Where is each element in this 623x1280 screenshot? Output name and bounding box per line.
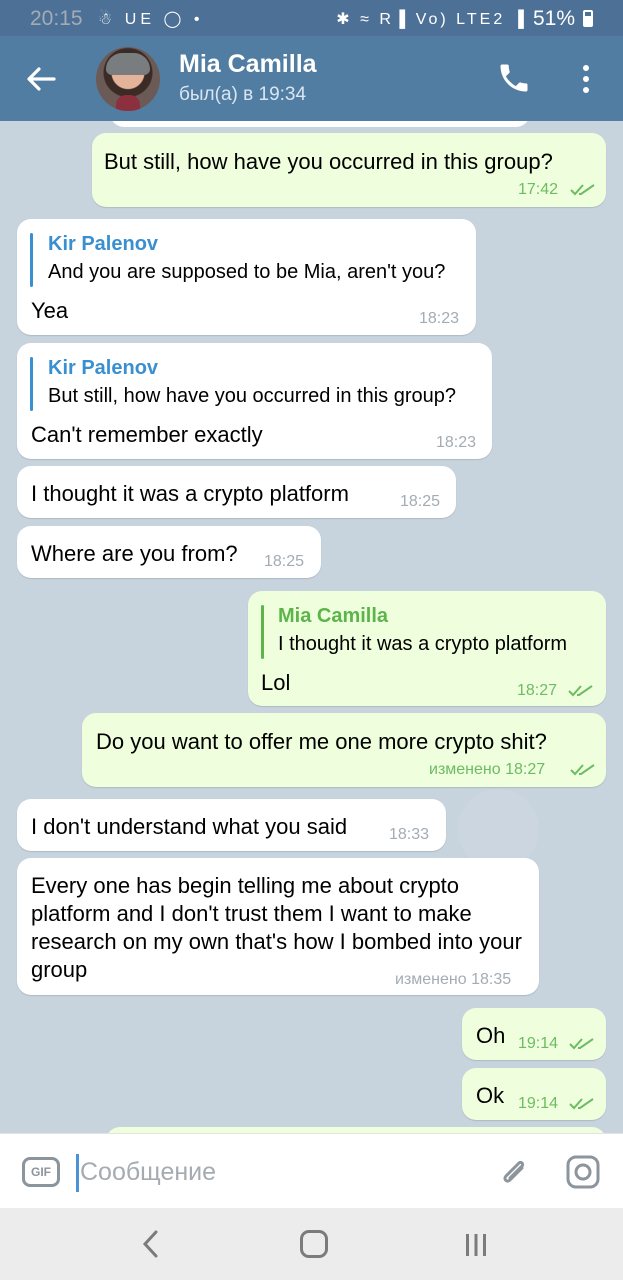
camera-icon[interactable] bbox=[565, 1154, 601, 1190]
gif-button[interactable]: GIF bbox=[22, 1157, 60, 1187]
clipped-message bbox=[110, 121, 530, 127]
message-time: 19:14 bbox=[518, 1035, 559, 1052]
nav-recent-apps-icon[interactable] bbox=[464, 1232, 488, 1258]
message-bubble-outgoing[interactable]: Ok 19:14 bbox=[462, 1068, 606, 1120]
reply-author[interactable]: Kir Palenov bbox=[48, 357, 158, 380]
message-text: Can't remember exactly bbox=[31, 422, 263, 447]
reply-quote: And you are supposed to be Mia, aren't y… bbox=[48, 261, 446, 283]
text-cursor bbox=[76, 1154, 79, 1192]
reply-bar bbox=[261, 605, 264, 659]
reply-bar bbox=[30, 357, 33, 411]
message-input-bar: GIF Сообщение bbox=[0, 1133, 623, 1208]
read-checkmarks-icon bbox=[569, 1038, 594, 1050]
contact-avatar[interactable] bbox=[96, 47, 160, 111]
message-time: 17:42 bbox=[518, 181, 559, 198]
message-bubble-outgoing[interactable]: Do you want to offer me one more crypto … bbox=[82, 713, 606, 787]
read-checkmarks-icon bbox=[570, 764, 595, 776]
reply-quote: I thought it was a crypto platform bbox=[278, 633, 568, 655]
paperclip-icon[interactable] bbox=[498, 1154, 530, 1190]
reply-author[interactable]: Kir Palenov bbox=[48, 233, 158, 256]
read-checkmarks-icon bbox=[570, 184, 595, 196]
back-arrow-icon[interactable] bbox=[24, 62, 58, 96]
message-bubble-incoming[interactable]: Every one has begin telling me about cry… bbox=[17, 858, 539, 995]
contact-name[interactable]: Mia Camilla bbox=[179, 50, 317, 79]
message-bubble-outgoing[interactable]: Oh 19:14 bbox=[462, 1008, 606, 1060]
message-time: изменено 18:27 bbox=[429, 761, 546, 778]
message-time: 18:33 bbox=[389, 826, 430, 843]
message-bubble-incoming[interactable]: Kir Palenov But still, how have you occu… bbox=[17, 343, 492, 459]
read-checkmarks-icon bbox=[569, 1098, 594, 1110]
message-text: Yea bbox=[31, 298, 69, 323]
message-bubble-incoming[interactable]: Kir Palenov And you are supposed to be M… bbox=[17, 219, 476, 335]
reply-author[interactable]: Mia Camilla bbox=[278, 605, 388, 628]
message-bubble-incoming[interactable]: I thought it was a crypto platform 18:25 bbox=[17, 466, 456, 518]
battery-icon bbox=[583, 10, 593, 27]
last-seen-status: был(а) в 19:34 bbox=[179, 84, 307, 105]
message-text: Every one has begin telling me about cry… bbox=[31, 873, 522, 982]
message-bubble-outgoing[interactable]: But still, how have you occurred in this… bbox=[92, 133, 606, 207]
message-text: Do you want to offer me one more crypto … bbox=[96, 729, 547, 754]
message-bubble-incoming[interactable]: Where are you from? 18:25 bbox=[17, 526, 321, 578]
message-time: изменено 18:35 bbox=[395, 971, 512, 988]
status-time: 20:15 bbox=[30, 7, 83, 30]
battery-percentage: 51% bbox=[533, 7, 576, 30]
message-text: Where are you from? bbox=[31, 541, 238, 566]
reply-bar bbox=[30, 233, 33, 287]
nav-back-icon[interactable] bbox=[140, 1228, 162, 1260]
read-checkmarks-icon bbox=[568, 685, 593, 697]
message-time: 18:23 bbox=[436, 434, 477, 451]
nav-home-icon[interactable] bbox=[300, 1230, 328, 1258]
message-text: Lol bbox=[261, 670, 291, 695]
reply-quote: But still, how have you occurred in this… bbox=[48, 385, 456, 407]
message-text: I don't understand what you said bbox=[31, 814, 348, 839]
message-time: 18:27 bbox=[517, 682, 558, 699]
message-text: Ok bbox=[476, 1083, 505, 1108]
message-time: 19:14 bbox=[518, 1095, 559, 1112]
more-vertical-icon[interactable] bbox=[574, 62, 598, 96]
message-text: But still, how have you occurred in this… bbox=[104, 149, 553, 174]
notification-icons: ☃ UE ◯ • bbox=[98, 11, 204, 28]
message-text: Oh bbox=[476, 1023, 506, 1048]
phone-icon[interactable] bbox=[496, 60, 532, 96]
connectivity-icons: ✱ ≈ R▐ Vo) LTE2 ▐ bbox=[336, 11, 527, 28]
android-nav-bar bbox=[0, 1208, 623, 1280]
message-input[interactable]: Сообщение bbox=[80, 1158, 216, 1187]
status-bar: 20:15 ☃ UE ◯ • ✱ ≈ R▐ Vo) LTE2 ▐ 51% bbox=[0, 0, 623, 36]
message-time: 18:25 bbox=[264, 553, 305, 570]
message-bubble-outgoing[interactable]: Mia Camilla I thought it was a crypto pl… bbox=[248, 591, 606, 706]
message-time: 18:23 bbox=[419, 310, 460, 327]
message-list[interactable]: But still, how have you occurred in this… bbox=[0, 121, 623, 1133]
chat-header: Mia Camilla был(а) в 19:34 bbox=[0, 36, 623, 121]
message-time: 18:25 bbox=[400, 493, 441, 510]
message-bubble-incoming[interactable]: I don't understand what you said 18:33 bbox=[17, 799, 446, 851]
message-text: I thought it was a crypto platform bbox=[31, 481, 349, 506]
